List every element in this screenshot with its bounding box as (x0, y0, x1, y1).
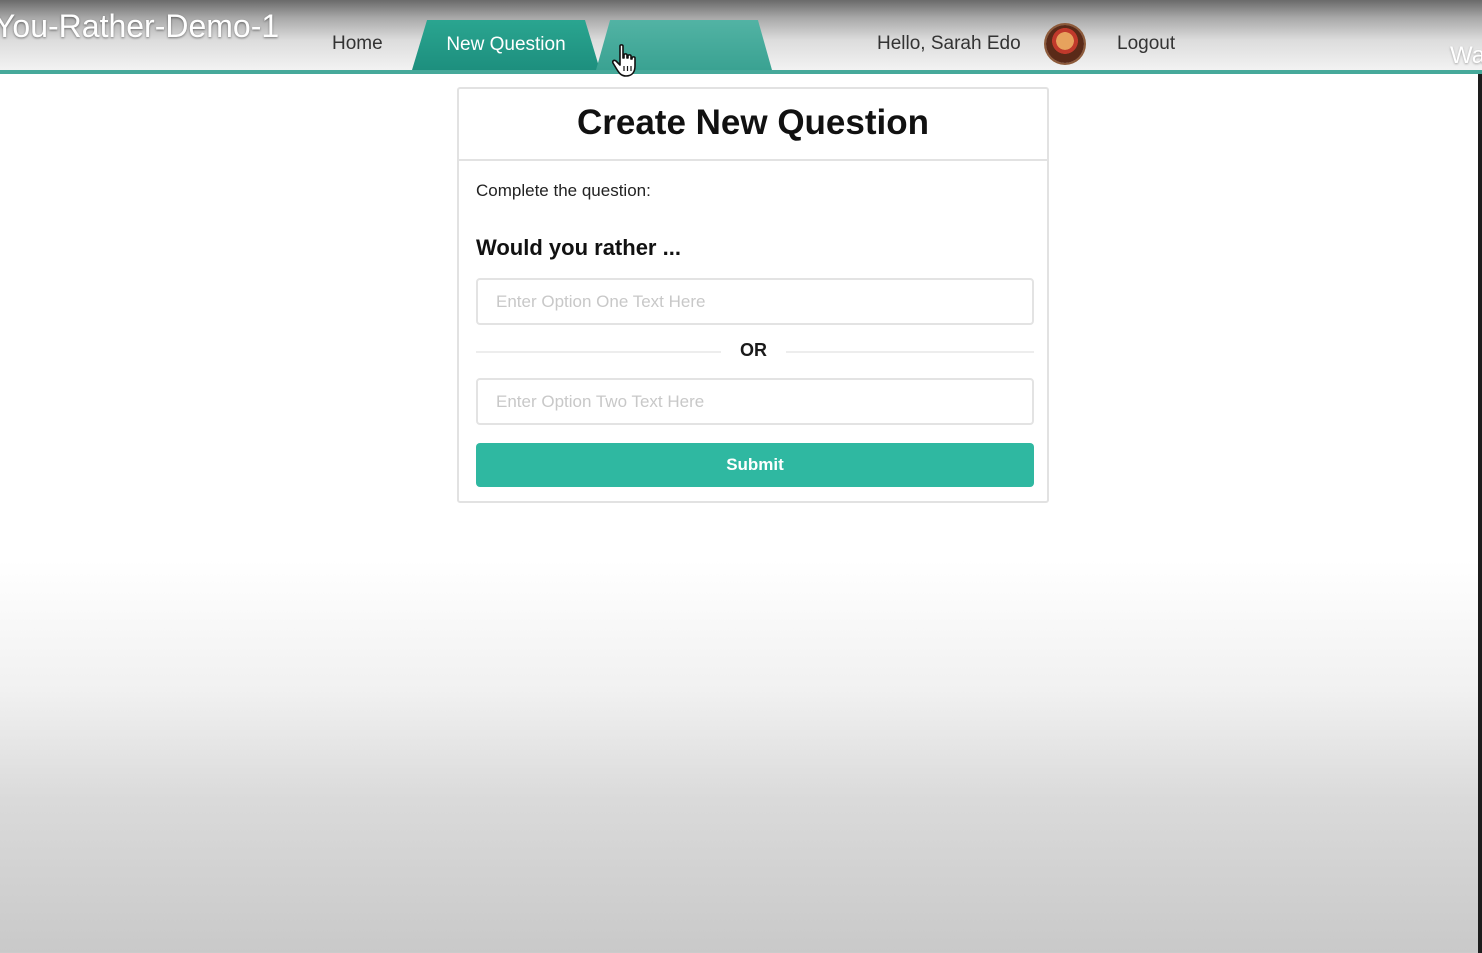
option-one-input[interactable] (476, 278, 1034, 325)
card-header: Create New Question (459, 89, 1047, 161)
top-bar: You-Rather-Demo-1 Home New Question Hell… (0, 0, 1482, 72)
divider-line-right (786, 351, 1034, 353)
instruction-label: Complete the question: (476, 181, 651, 200)
submit-button[interactable]: Submit (476, 443, 1034, 487)
user-avatar-icon (1046, 25, 1084, 63)
user-greeting: Hello, Sarah Edo (877, 33, 1021, 54)
new-question-card: Create New Question Complete the questio… (457, 87, 1049, 503)
question-heading: Would you rather ... (476, 235, 681, 260)
video-title-partial: Wa (1450, 42, 1482, 69)
page-title: Create New Question (576, 103, 930, 142)
divider-line-left (476, 351, 721, 353)
logout-link[interactable]: Logout (1117, 33, 1175, 55)
option-two-input[interactable] (476, 378, 1034, 425)
or-label: OR (740, 340, 767, 360)
nav-home-link[interactable]: Home (332, 33, 383, 55)
nav-underline (0, 70, 1482, 74)
video-title: You-Rather-Demo-1 (0, 8, 280, 44)
tab-new-question[interactable]: New Question (412, 20, 600, 70)
or-divider: OR (476, 340, 1034, 360)
window-edge (1478, 74, 1482, 953)
tab-new-question-label: New Question (446, 34, 566, 55)
hand-pointer-icon (612, 44, 636, 77)
